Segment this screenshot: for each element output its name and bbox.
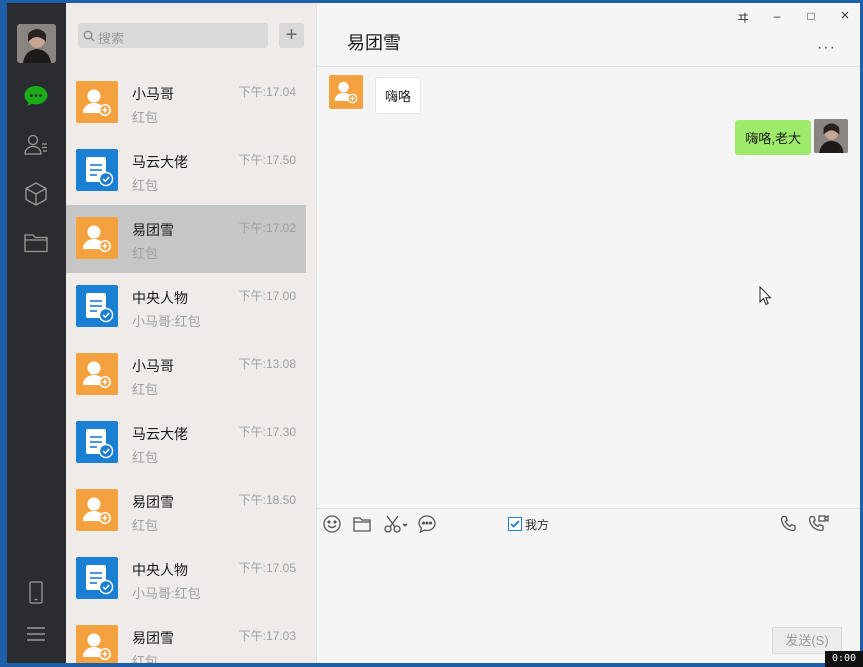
conversation-item[interactable]: 中央人物 下午:17.00 小马哥:红包 xyxy=(66,273,306,341)
conversation-item[interactable]: 小马哥 下午:13.08 红包 xyxy=(66,341,306,409)
search-placeholder: 搜索 xyxy=(98,31,125,46)
conversation-time: 下午:17.00 xyxy=(238,289,296,303)
conversation-preview: 红包 xyxy=(132,382,159,397)
document-check-icon xyxy=(76,557,118,599)
conversation-preview: 红包 xyxy=(132,450,159,465)
user-add-icon xyxy=(76,625,118,663)
add-button[interactable]: + xyxy=(279,23,304,48)
menu-icon[interactable] xyxy=(21,619,51,649)
header-divider xyxy=(317,66,860,67)
conversation-time: 下午:18.50 xyxy=(238,493,296,507)
incoming-message[interactable]: 嗨咯 xyxy=(375,77,422,114)
conversation-preview: 红包 xyxy=(132,654,159,663)
conversation-time: 下午:17.50 xyxy=(238,153,296,167)
more-options-button[interactable]: ··· xyxy=(817,39,836,57)
conversation-name: 小马哥 xyxy=(132,358,174,374)
pin-button[interactable]: ヰ xyxy=(733,9,753,26)
user-add-icon xyxy=(76,217,118,259)
mouse-cursor-icon xyxy=(759,285,773,311)
maximize-button[interactable]: □ xyxy=(801,9,821,23)
chat-title: 易团雪 xyxy=(347,33,401,53)
conversation-name: 易团雪 xyxy=(132,222,174,238)
conversation-name: 马云大佬 xyxy=(132,426,188,442)
chat-history-icon[interactable] xyxy=(417,514,437,534)
side-nav xyxy=(7,3,66,663)
conversation-preview: 小马哥:红包 xyxy=(132,314,201,329)
conversation-name: 小马哥 xyxy=(132,86,174,102)
close-button[interactable]: × xyxy=(835,7,855,24)
video-call-icon[interactable] xyxy=(807,514,829,534)
self-checkbox-label: 我方 xyxy=(525,518,550,532)
self-avatar[interactable] xyxy=(814,119,848,153)
conversation-item[interactable]: 易团雪 下午:17.03 红包 xyxy=(66,613,306,663)
conversation-item[interactable]: 易团雪 下午:17.02 红包 xyxy=(66,205,306,273)
conversation-item[interactable]: 易团雪 下午:18.50 红包 xyxy=(66,477,306,545)
conversation-preview: 红包 xyxy=(132,178,159,193)
voice-call-icon[interactable] xyxy=(779,514,799,534)
document-check-icon xyxy=(76,421,118,463)
user-avatar[interactable] xyxy=(17,24,56,63)
conversation-item[interactable]: 马云大佬 下午:17.30 红包 xyxy=(66,409,306,477)
document-check-icon xyxy=(76,285,118,327)
conversation-name: 中央人物 xyxy=(132,562,188,578)
phone-icon[interactable] xyxy=(21,578,51,608)
conversation-time: 下午:17.30 xyxy=(238,425,296,439)
conversation-list: 搜索 + 小马哥 下午:17.04 红包 马云大佬 下午:17.50 红包 易团雪 下午:17… xyxy=(66,3,316,663)
chat-icon[interactable] xyxy=(21,81,51,111)
send-button[interactable]: 发送(S) xyxy=(772,627,842,654)
input-divider xyxy=(317,508,860,509)
search-input[interactable]: 搜索 xyxy=(78,23,268,48)
file-icon[interactable] xyxy=(352,514,372,534)
app-window: 搜索 + 小马哥 下午:17.04 红包 马云大佬 下午:17.50 红包 易团雪 下午:17… xyxy=(7,3,860,663)
cube-icon[interactable] xyxy=(21,179,51,209)
conversation-time: 下午:17.05 xyxy=(238,561,296,575)
user-add-icon xyxy=(76,353,118,395)
outgoing-message[interactable]: 嗨咯,老大 xyxy=(735,120,811,155)
conversation-preview: 小马哥:红包 xyxy=(132,586,201,601)
conversation-item[interactable]: 马云大佬 下午:17.50 红包 xyxy=(66,137,306,205)
search-icon xyxy=(83,29,95,47)
conversation-name: 易团雪 xyxy=(132,494,174,510)
conversation-name: 易团雪 xyxy=(132,630,174,646)
minimize-button[interactable]: – xyxy=(767,9,787,23)
document-check-icon xyxy=(76,149,118,191)
conversation-time: 下午:17.04 xyxy=(238,85,296,99)
conversation-time: 下午:17.03 xyxy=(238,629,296,643)
conversation-name: 马云大佬 xyxy=(132,154,188,170)
conversation-preview: 红包 xyxy=(132,246,159,261)
emoji-icon[interactable] xyxy=(322,514,342,534)
contacts-icon[interactable] xyxy=(21,130,51,160)
conversation-item[interactable]: 中央人物 下午:17.05 小马哥:红包 xyxy=(66,545,306,613)
conversation-name: 中央人物 xyxy=(132,290,188,306)
chat-panel: 易团雪 ヰ – □ × ··· 嗨咯 嗨咯,老大 我方 发送(S) xyxy=(316,3,860,663)
conversation-preview: 红包 xyxy=(132,518,159,533)
conversation-time: 下午:13.08 xyxy=(238,357,296,371)
overlay-timer-badge: 0:00 xyxy=(825,651,863,667)
self-checkbox[interactable] xyxy=(508,514,522,534)
user-add-icon xyxy=(76,489,118,531)
screenshot-icon[interactable] xyxy=(383,514,409,534)
conversation-item[interactable]: 小马哥 下午:17.04 红包 xyxy=(66,69,306,137)
conversation-preview: 红包 xyxy=(132,110,159,125)
contact-avatar[interactable] xyxy=(329,75,363,109)
folder-icon[interactable] xyxy=(21,228,51,258)
conversation-time: 下午:17.02 xyxy=(238,221,296,235)
user-add-icon xyxy=(76,81,118,123)
